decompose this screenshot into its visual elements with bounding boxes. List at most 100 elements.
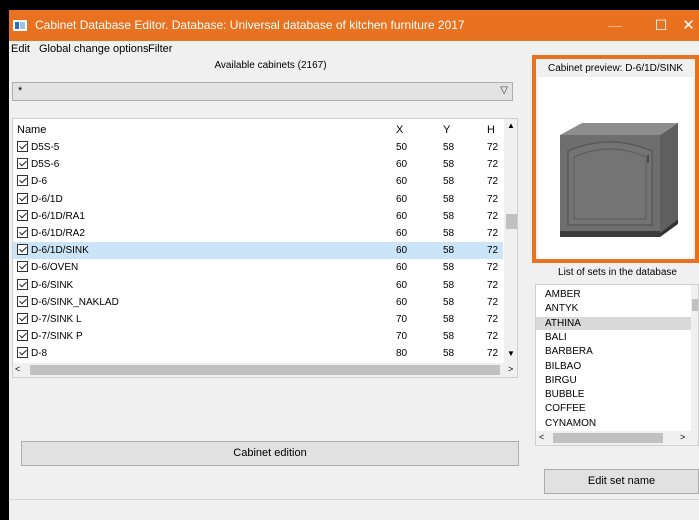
menu-filter[interactable]: Filter (148, 43, 172, 55)
scroll-left-icon[interactable]: < (15, 364, 20, 374)
menu-global-change-options[interactable]: Global change options (39, 43, 148, 55)
set-label: COFFEE (545, 403, 586, 415)
cabinet-preview-icon (560, 123, 678, 237)
set-label: BILBAO (545, 360, 582, 372)
table-row[interactable]: D-7/SINK L 70 58 72 (13, 311, 503, 328)
row-checkbox[interactable] (17, 261, 28, 273)
set-label: BARBERA (545, 346, 593, 358)
row-checkbox[interactable] (17, 227, 28, 238)
cell-x: 60 (396, 210, 408, 222)
close-button[interactable]: ✕ (678, 10, 699, 41)
chevron-down-icon[interactable]: ▽ (500, 85, 508, 96)
list-item[interactable]: ANTYK (536, 302, 691, 315)
scroll-thumb[interactable] (506, 214, 517, 229)
cell-name: D-6/1D/RA2 (31, 228, 85, 239)
list-item[interactable]: BILBAO (536, 360, 691, 373)
table-row[interactable]: D-6/SINK_NAKLAD 60 58 72 (13, 294, 503, 311)
cell-h: 72 (487, 142, 499, 153)
cell-y: 58 (443, 331, 455, 343)
set-label: BIRGU (545, 374, 577, 386)
table-row[interactable]: D-8 80 58 72 (13, 345, 503, 362)
cabinet-editor-window: Cabinet Database Editor. Database: Unive… (0, 0, 699, 520)
cell-x: 60 (396, 193, 408, 205)
list-item[interactable]: BIRGU (536, 374, 691, 387)
scroll-left-icon[interactable]: < (539, 432, 544, 442)
cell-x: 60 (396, 245, 408, 257)
scroll-right-icon[interactable]: > (680, 432, 685, 442)
scroll-up-icon[interactable]: ▲ (507, 121, 515, 130)
table-row[interactable]: D-6/1D/SINK 60 58 72 (13, 242, 503, 260)
column-x[interactable]: X (396, 124, 403, 136)
list-item[interactable]: CYNAMON (536, 417, 691, 430)
row-checkbox[interactable] (17, 295, 28, 307)
cell-x: 60 (396, 262, 408, 274)
row-checkbox[interactable] (17, 141, 28, 152)
table-row[interactable]: D-6/1D/RA2 60 58 72 (13, 225, 503, 242)
cell-x: 60 (396, 279, 408, 291)
filter-combobox[interactable]: * ▽ (12, 82, 513, 101)
minimize-button[interactable]: — (592, 10, 638, 41)
scroll-thumb[interactable] (30, 365, 500, 375)
vertical-scrollbar[interactable]: ▲ ▼ (504, 119, 517, 363)
table-row[interactable]: D-6 60 58 72 (13, 173, 503, 190)
cell-x: 50 (396, 142, 408, 153)
filter-value: * (18, 85, 23, 97)
table-row[interactable]: D-7/SINK P 70 58 72 (13, 328, 503, 345)
cell-name: D5S-6 (31, 159, 60, 171)
column-y[interactable]: Y (443, 124, 450, 136)
cell-name: D-6/1D/SINK (31, 245, 89, 257)
cell-name: D5S-5 (31, 142, 60, 153)
column-name[interactable]: Name (17, 124, 46, 136)
cabinet-edition-button[interactable]: Cabinet edition (21, 441, 519, 466)
list-item[interactable]: AMBER (536, 288, 691, 301)
list-item[interactable]: BALI (536, 331, 691, 344)
sets-list[interactable]: AMBER ANTYK ATHINA BALI BARBERA BILBAO BIRGU BU… (535, 284, 699, 446)
cell-name: D-7/SINK P (31, 331, 83, 343)
table-row[interactable]: D-6/1D/RA1 60 58 72 (13, 208, 503, 225)
row-checkbox[interactable] (17, 158, 28, 170)
row-checkbox[interactable] (17, 330, 28, 342)
set-label: AMBER (545, 289, 581, 300)
cell-y: 58 (443, 159, 455, 171)
cabinet-preview-image (538, 77, 693, 259)
row-checkbox[interactable] (17, 244, 28, 256)
row-checkbox[interactable] (17, 313, 28, 324)
cell-h: 72 (487, 296, 499, 308)
cell-y: 58 (443, 210, 455, 222)
scroll-down-icon[interactable]: ▼ (507, 349, 515, 358)
row-checkbox[interactable] (17, 175, 28, 187)
scroll-right-icon[interactable]: > (508, 364, 513, 374)
table-row[interactable]: D5S-6 60 58 72 (13, 156, 503, 173)
table-row[interactable]: D-6/OVEN 60 58 72 (13, 259, 503, 276)
row-checkbox[interactable] (17, 192, 28, 204)
set-label: BALI (545, 331, 567, 343)
row-checkbox[interactable] (17, 209, 28, 221)
cell-y: 58 (443, 296, 455, 308)
column-h[interactable]: H (487, 124, 495, 136)
edit-set-name-button[interactable]: Edit set name (544, 469, 699, 494)
cell-h: 72 (487, 245, 499, 257)
horizontal-scrollbar[interactable]: < > (13, 363, 517, 377)
cell-name: D-6/SINK_NAKLAD (31, 296, 119, 308)
row-checkbox[interactable] (17, 278, 28, 290)
menu-edit[interactable]: Edit (11, 43, 30, 55)
table-row[interactable]: D5S-5 50 58 72 (13, 139, 503, 156)
cabinet-list[interactable]: Name X Y H D5S-5 50 58 72 D5S-6 60 58 72 D-6 60 58… (12, 118, 518, 378)
table-row[interactable]: D-6/SINK 60 58 72 (13, 277, 503, 294)
cell-h: 72 (487, 262, 499, 274)
list-item[interactable]: COFFEE (536, 402, 691, 415)
cell-h: 72 (487, 159, 499, 171)
cell-y: 58 (443, 314, 455, 325)
set-label: ANTYK (545, 303, 579, 315)
list-item[interactable]: ATHINA (536, 316, 691, 330)
client-area: Edit Global change options Filter Availa… (9, 41, 699, 520)
table-row[interactable]: D-6/1D 60 58 72 (13, 191, 503, 208)
sets-horizontal-scrollbar[interactable]: < > (536, 431, 698, 445)
list-item[interactable]: BARBERA (536, 345, 691, 358)
scroll-thumb[interactable] (553, 433, 663, 443)
sets-vertical-scrollbar[interactable] (691, 285, 698, 431)
row-checkbox[interactable] (17, 347, 28, 359)
cabinet-list-header: Name X Y H (13, 119, 503, 139)
scroll-thumb[interactable] (692, 299, 698, 311)
list-item[interactable]: BUBBLE (536, 388, 691, 401)
